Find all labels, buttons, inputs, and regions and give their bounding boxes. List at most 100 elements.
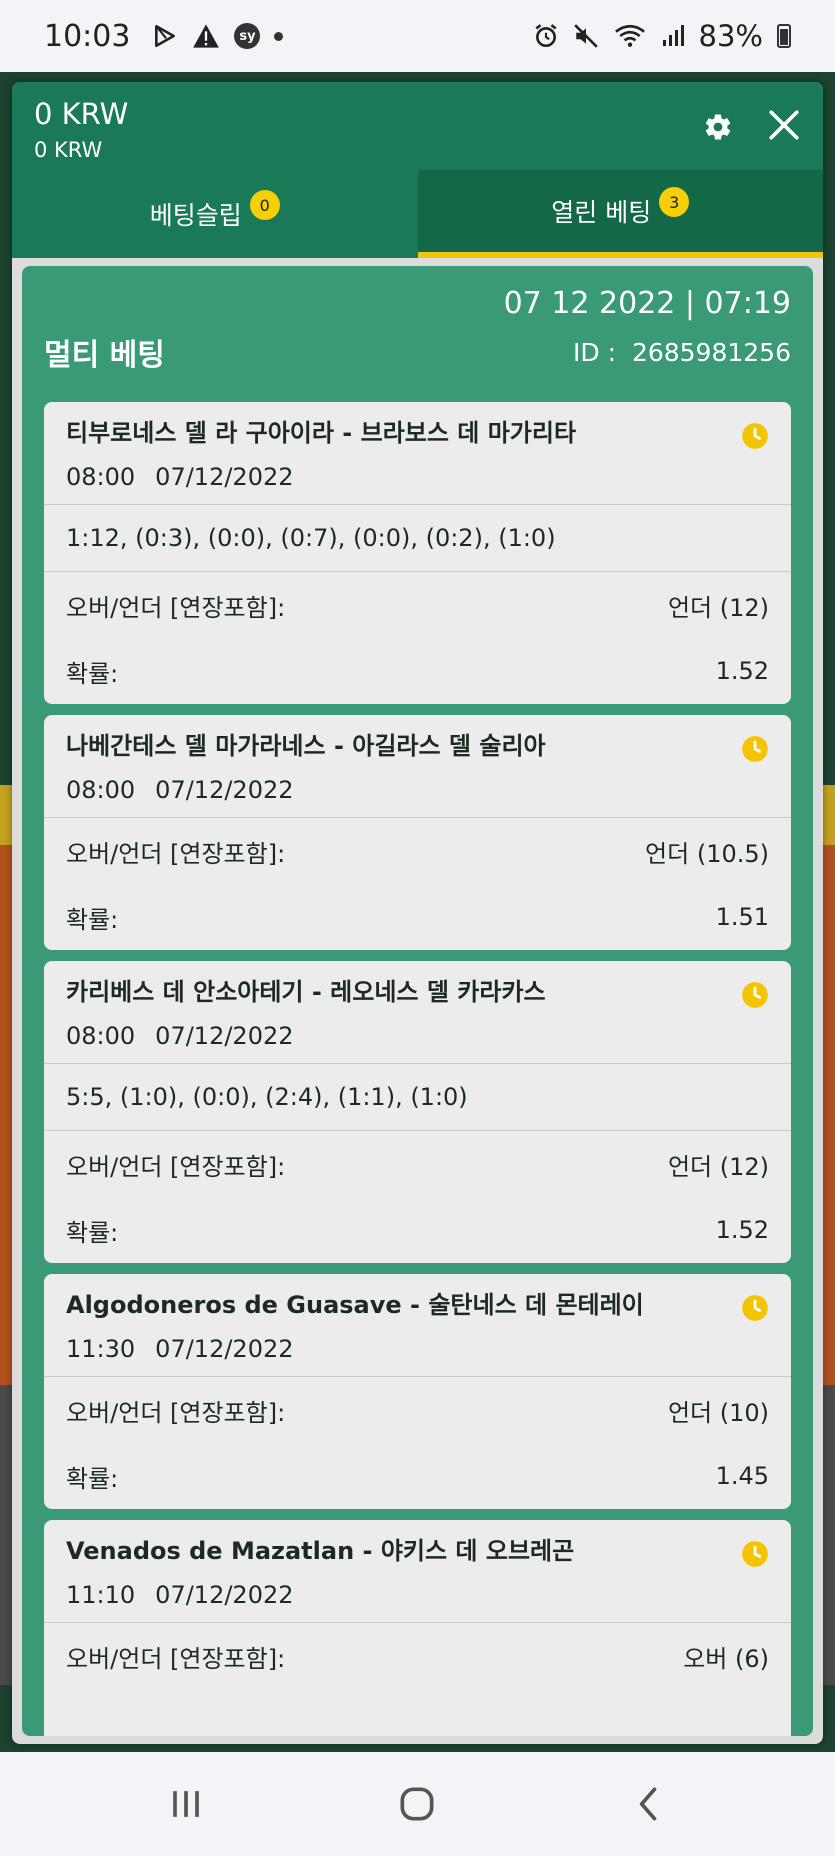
tab-bar: 베팅슬립 0 열린 베팅 3 — [12, 170, 823, 258]
multi-bet-title: 멀티 베팅 — [44, 338, 165, 373]
odds-value: 1.51 — [715, 903, 769, 931]
clock-icon — [742, 423, 768, 449]
play-store-icon — [155, 24, 176, 48]
bet-card-header: Algodoneros de Guasave - 술탄네스 데 몬테레이 11:… — [44, 1274, 791, 1377]
odds-row: 확률: 1.51 — [44, 884, 791, 950]
match-date: 07/12/2022 — [155, 463, 294, 491]
bet-slip-modal: 0 KRW 0 KRW 베팅슬립 0 열린 베팅 3 멀티 베팅 07 12 2… — [12, 82, 823, 1744]
notification-dot-icon — [274, 31, 284, 41]
match-title: Algodoneros de Guasave - 술탄네스 데 몬테레이 — [66, 1291, 644, 1319]
tab-open-bets[interactable]: 열린 베팅 3 — [417, 170, 823, 258]
gear-icon[interactable] — [703, 112, 733, 142]
battery-percent: 83% — [698, 19, 763, 53]
multi-bet-id: ID : 2685981256 — [573, 338, 791, 367]
home-icon[interactable] — [395, 1782, 439, 1826]
status-bar: 10:03 sy 83% — [0, 0, 835, 72]
clock-icon — [742, 1541, 768, 1567]
match-hour: 11:30 — [66, 1335, 136, 1363]
bet-card-header: 티부로네스 델 라 구아이라 - 브라보스 데 마가리타 08:00 07/12/… — [44, 402, 791, 505]
market-value: 언더 (10) — [667, 1398, 769, 1427]
battery-icon — [777, 24, 791, 48]
warning-icon — [193, 24, 220, 48]
status-time: 10:03 — [44, 18, 131, 54]
sy-app-icon: sy — [234, 23, 261, 49]
market-row: 오버/언더 [연장포함]: 오버 (6) — [44, 1623, 791, 1689]
match-date: 07/12/2022 — [155, 776, 294, 804]
match-date: 07/12/2022 — [155, 1022, 294, 1050]
match-title: 카리베스 데 안소아테기 - 레오네스 델 카라카스 — [66, 978, 546, 1006]
market-row: 오버/언더 [연장포함]: 언더 (10) — [44, 1377, 791, 1443]
match-date: 07/12/2022 — [155, 1335, 294, 1363]
match-time: 08:00 07/12/2022 — [66, 1021, 769, 1051]
tab-label: 베팅슬립 — [149, 201, 242, 230]
market-label: 오버/언더 [연장포함]: — [66, 1398, 286, 1427]
match-date: 07/12/2022 — [155, 1581, 294, 1609]
close-icon[interactable] — [767, 108, 801, 142]
market-row: 오버/언더 [연장포함]: 언더 (12) — [44, 1131, 791, 1197]
tab-badge: 3 — [659, 187, 690, 217]
odds-row: 확률: 1.45 — [44, 1443, 791, 1509]
match-hour: 08:00 — [66, 1022, 136, 1050]
match-scores: 5:5, (1:0), (0:0), (2:4), (1:1), (1:0) — [44, 1064, 791, 1131]
balance-sub: 0 KRW — [34, 138, 103, 162]
multi-bet-header: 멀티 베팅 07 12 2022 | 07:19 ID : 2685981256 — [44, 282, 791, 402]
tab-bet-slip[interactable]: 베팅슬립 0 — [12, 170, 418, 258]
clock-icon — [742, 982, 768, 1008]
modal-header: 0 KRW 0 KRW — [12, 82, 823, 170]
wifi-icon — [614, 24, 645, 47]
tab-badge: 0 — [249, 190, 280, 220]
market-value: 언더 (12) — [667, 1152, 769, 1181]
match-time: 08:00 07/12/2022 — [66, 462, 769, 492]
tab-label: 열린 베팅 — [551, 198, 652, 227]
bet-card: Venados de Mazatlan - 야키스 데 오브레곤 11:10 07… — [44, 1520, 791, 1736]
multi-bet-datetime: 07 12 2022 | 07:19 — [503, 286, 791, 321]
recent-apps-icon[interactable] — [164, 1782, 208, 1826]
back-icon[interactable] — [627, 1782, 671, 1826]
market-label: 오버/언더 [연장포함]: — [66, 593, 286, 622]
bet-card: 카리베스 데 안소아테기 - 레오네스 델 카라카스 08:00 07/12/20… — [44, 961, 791, 1263]
odds-label: 확률: — [66, 905, 119, 934]
odds-row: 확률: 1.52 — [44, 638, 791, 704]
bet-card: Algodoneros de Guasave - 술탄네스 데 몬테레이 11:… — [44, 1274, 791, 1509]
bet-card-header: 나베간테스 델 마가라네스 - 아길라스 델 술리아 08:00 07/12/20… — [44, 715, 791, 818]
market-label: 오버/언더 [연장포함]: — [66, 839, 286, 868]
alarm-icon — [535, 24, 557, 48]
mute-icon — [573, 24, 598, 48]
odds-row: 확률: 1.52 — [44, 1197, 791, 1263]
market-row: 오버/언더 [연장포함]: 언더 (10.5) — [44, 818, 791, 884]
signal-icon — [662, 25, 684, 46]
match-title: 나베간테스 델 마가라네스 - 아길라스 델 술리아 — [66, 732, 546, 760]
bet-card: 티부로네스 델 라 구아이라 - 브라보스 데 마가리타 08:00 07/12/… — [44, 402, 791, 704]
match-title: 티부로네스 델 라 구아이라 - 브라보스 데 마가리타 — [66, 419, 577, 447]
clock-icon — [742, 736, 768, 762]
bet-card-header: Venados de Mazatlan - 야키스 데 오브레곤 11:10 07… — [44, 1520, 791, 1623]
match-scores: 1:12, (0:3), (0:0), (0:7), (0:0), (0:2),… — [44, 505, 791, 572]
match-hour: 08:00 — [66, 463, 136, 491]
market-value: 언더 (12) — [667, 593, 769, 622]
system-nav-bar — [0, 1752, 835, 1856]
odds-label: 확률: — [66, 1218, 119, 1247]
market-label: 오버/언더 [연장포함]: — [66, 1644, 286, 1673]
match-hour: 11:10 — [66, 1581, 136, 1609]
open-bets-content[interactable]: 멀티 베팅 07 12 2022 | 07:19 ID : 2685981256… — [22, 266, 813, 1736]
match-time: 11:10 07/12/2022 — [66, 1580, 769, 1610]
balance-main: 0 KRW — [34, 97, 129, 131]
odds-value: 1.45 — [715, 1462, 769, 1490]
market-value: 언더 (10.5) — [645, 839, 769, 868]
bet-card: 나베간테스 델 마가라네스 - 아길라스 델 술리아 08:00 07/12/20… — [44, 715, 791, 950]
bet-card-header: 카리베스 데 안소아테기 - 레오네스 델 카라카스 08:00 07/12/20… — [44, 961, 791, 1064]
odds-value: 1.52 — [715, 657, 769, 685]
market-value: 오버 (6) — [683, 1644, 769, 1673]
status-left: 10:03 sy — [44, 18, 284, 54]
market-row: 오버/언더 [연장포함]: 언더 (12) — [44, 572, 791, 638]
clock-icon — [742, 1295, 768, 1321]
odds-value: 1.52 — [715, 1216, 769, 1244]
multi-bet-id-label: ID : — [573, 338, 617, 367]
odds-label: 확률: — [66, 1464, 119, 1493]
multi-bet-id-value: 2685981256 — [631, 338, 791, 367]
odds-row — [44, 1689, 791, 1736]
odds-label: 확률: — [66, 659, 119, 688]
market-label: 오버/언더 [연장포함]: — [66, 1152, 286, 1181]
match-time: 08:00 07/12/2022 — [66, 775, 769, 805]
match-title: Venados de Mazatlan - 야키스 데 오브레곤 — [66, 1537, 575, 1565]
